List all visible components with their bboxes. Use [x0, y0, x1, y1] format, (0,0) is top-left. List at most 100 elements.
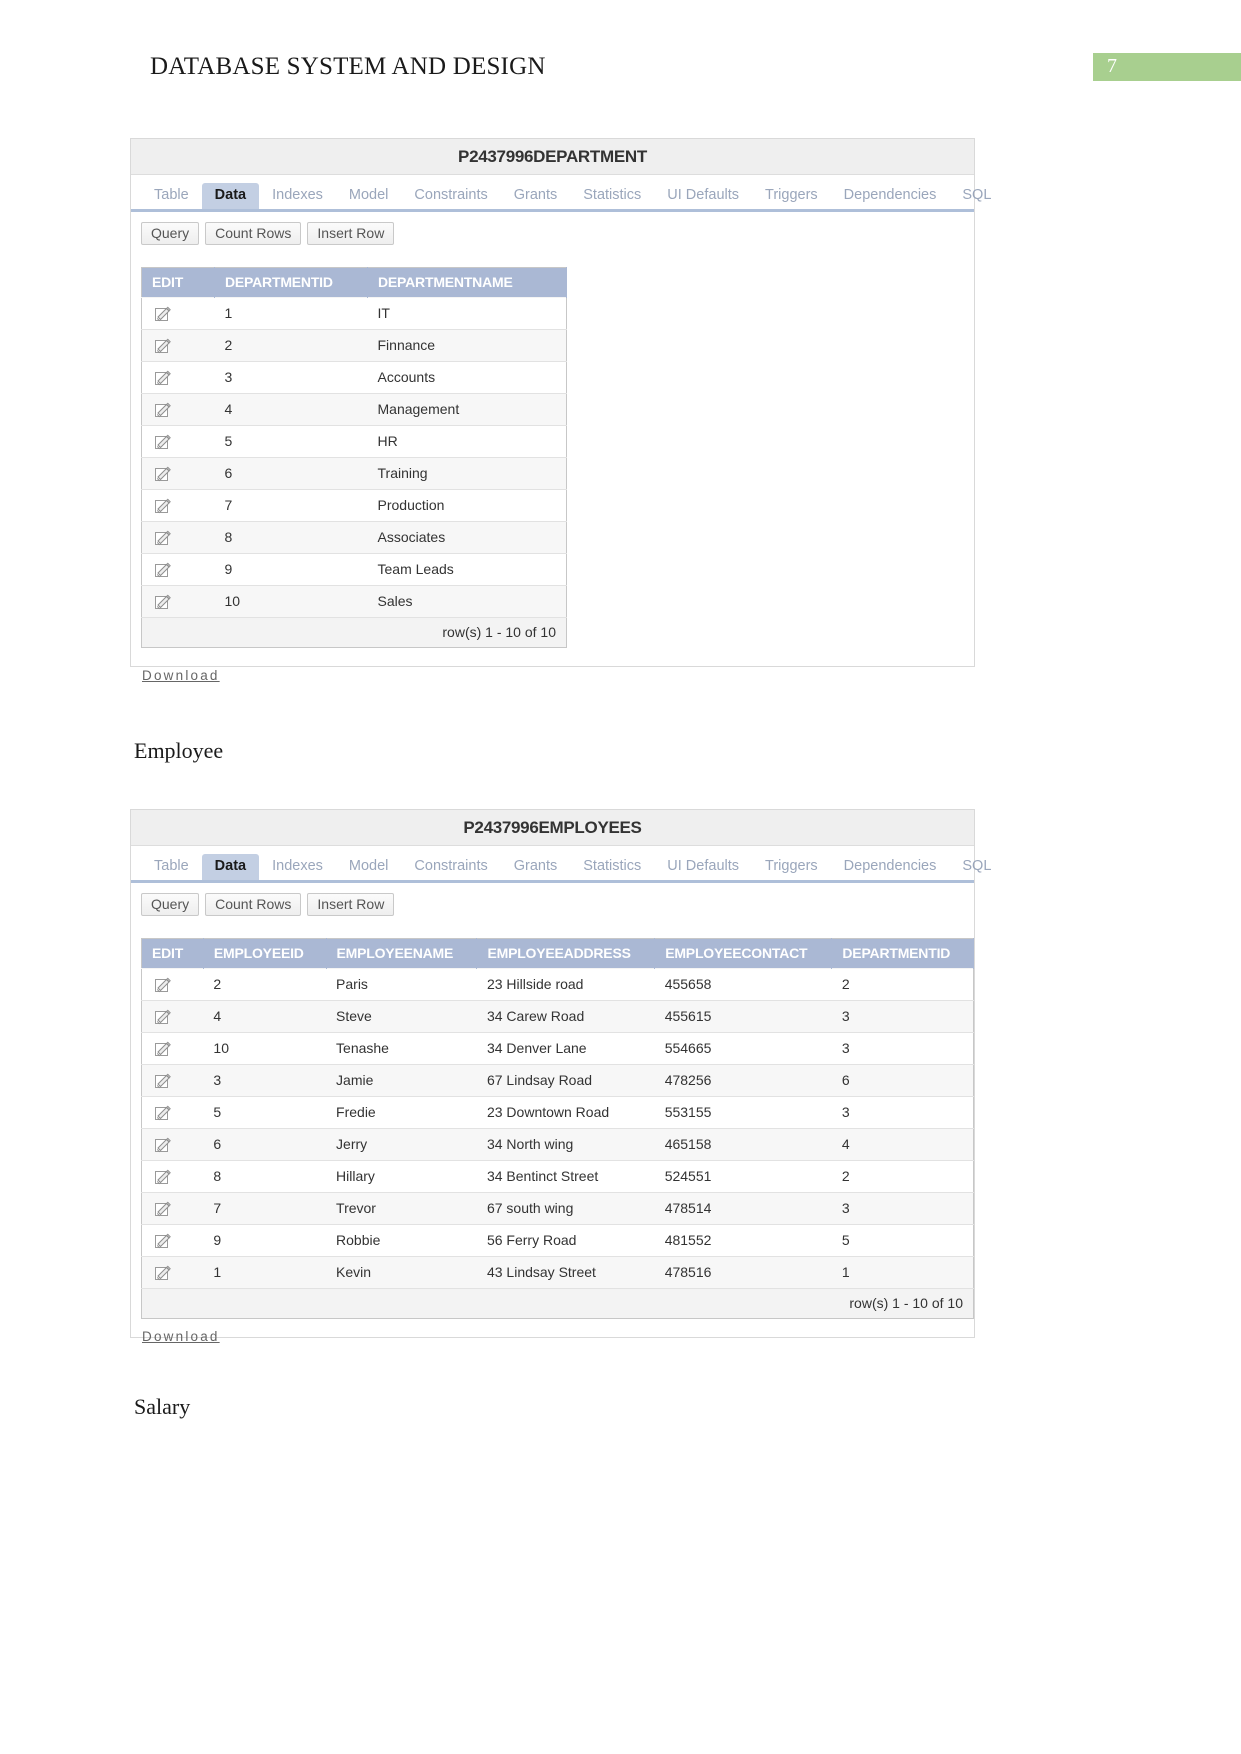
cell-departmentid: 2: [831, 1160, 974, 1193]
edit-pencil-icon[interactable]: [154, 369, 172, 387]
edit-cell[interactable]: [141, 1256, 204, 1289]
count-rows-button-employees[interactable]: Count Rows: [205, 893, 302, 916]
tab-table-department[interactable]: Table: [141, 183, 202, 209]
edit-cell[interactable]: [141, 1064, 204, 1097]
cell-employeename: Steve: [326, 1000, 477, 1033]
edit-cell[interactable]: [141, 457, 215, 490]
edit-pencil-icon[interactable]: [154, 337, 172, 355]
edit-cell[interactable]: [141, 361, 215, 394]
tab-data-employees[interactable]: Data: [201, 854, 260, 880]
tab-indexes-employees[interactable]: Indexes: [259, 854, 336, 880]
edit-pencil-icon[interactable]: [154, 529, 172, 547]
edit-cell[interactable]: [141, 1032, 204, 1065]
department-table-head: EDIT DEPARTMENTID DEPARTMENTNAME: [141, 267, 567, 298]
department-row-count: row(s) 1 - 10 of 10: [141, 617, 567, 648]
insert-row-button-employees[interactable]: Insert Row: [307, 893, 395, 916]
tab-sql-employees[interactable]: SQL: [949, 854, 1004, 880]
edit-pencil-icon[interactable]: [154, 497, 172, 515]
tab-sql-department[interactable]: SQL: [949, 183, 1004, 209]
cell-departmentid: 3: [214, 361, 368, 394]
edit-cell[interactable]: [141, 393, 215, 426]
edit-cell[interactable]: [141, 489, 215, 522]
edit-pencil-icon[interactable]: [154, 1232, 172, 1250]
query-button-department[interactable]: Query: [141, 222, 200, 245]
cell-departmentname: HR: [367, 425, 567, 458]
edit-pencil-icon[interactable]: [154, 561, 172, 579]
tab-model-department[interactable]: Model: [336, 183, 402, 209]
edit-cell[interactable]: [141, 329, 215, 362]
edit-cell[interactable]: [141, 425, 215, 458]
column-header-edit[interactable]: EDIT: [141, 938, 204, 969]
column-header-employeeaddress[interactable]: EMPLOYEEADDRESS: [476, 938, 656, 969]
edit-cell[interactable]: [141, 1096, 204, 1129]
employees-download-link[interactable]: Download: [142, 1329, 220, 1344]
edit-pencil-icon[interactable]: [154, 433, 172, 451]
edit-cell[interactable]: [141, 1160, 204, 1193]
edit-pencil-icon[interactable]: [154, 1168, 172, 1186]
cell-employeeid: 4: [203, 1000, 327, 1033]
tab-dependencies-employees[interactable]: Dependencies: [831, 854, 950, 880]
edit-pencil-icon[interactable]: [154, 1040, 172, 1058]
tab-data-department[interactable]: Data: [201, 183, 260, 209]
tab-table-employees[interactable]: Table: [141, 854, 202, 880]
cell-departmentname: Finnance: [367, 329, 567, 362]
column-header-employeename[interactable]: EMPLOYEENAME: [326, 938, 478, 969]
edit-pencil-icon[interactable]: [154, 401, 172, 419]
edit-cell[interactable]: [141, 1192, 204, 1225]
edit-pencil-icon[interactable]: [154, 465, 172, 483]
tab-constraints-employees[interactable]: Constraints: [401, 854, 500, 880]
cell-employeename: Paris: [326, 968, 477, 1001]
employees-tab-bar: Table Data Indexes Model Constraints Grants St…: [131, 846, 991, 883]
edit-cell[interactable]: [141, 1224, 204, 1257]
edit-cell[interactable]: [141, 968, 204, 1001]
tab-triggers-employees[interactable]: Triggers: [752, 854, 831, 880]
edit-pencil-icon[interactable]: [154, 1008, 172, 1026]
edit-pencil-icon[interactable]: [154, 1104, 172, 1122]
edit-cell[interactable]: [141, 1000, 204, 1033]
edit-pencil-icon[interactable]: [154, 1264, 172, 1282]
edit-cell[interactable]: [141, 1128, 204, 1161]
tab-dependencies-department[interactable]: Dependencies: [831, 183, 950, 209]
cell-employeeid: 9: [203, 1224, 327, 1257]
cell-employeename: Fredie: [326, 1096, 477, 1129]
tab-triggers-department[interactable]: Triggers: [752, 183, 831, 209]
count-rows-button-department[interactable]: Count Rows: [205, 222, 302, 245]
cell-departmentid: 3: [831, 1000, 974, 1033]
edit-cell[interactable]: [141, 521, 215, 554]
query-button-employees[interactable]: Query: [141, 893, 200, 916]
edit-pencil-icon[interactable]: [154, 1136, 172, 1154]
edit-pencil-icon[interactable]: [154, 976, 172, 994]
tab-model-employees[interactable]: Model: [336, 854, 402, 880]
edit-cell[interactable]: [141, 297, 215, 330]
column-header-departmentid[interactable]: DEPARTMENTID: [214, 267, 368, 298]
edit-cell[interactable]: [141, 585, 215, 618]
edit-pencil-icon[interactable]: [154, 1200, 172, 1218]
cell-employeeaddress: 43 Lindsay Street: [476, 1256, 655, 1289]
cell-employeeaddress: 34 Carew Road: [476, 1000, 655, 1033]
edit-cell[interactable]: [141, 553, 215, 586]
cell-departmentid: 9: [214, 553, 368, 586]
column-header-employeeid[interactable]: EMPLOYEEID: [203, 938, 327, 969]
tab-statistics-employees[interactable]: Statistics: [570, 854, 654, 880]
edit-pencil-icon[interactable]: [154, 1072, 172, 1090]
cell-employeeid: 8: [203, 1160, 327, 1193]
cell-employeeaddress: 34 North wing: [476, 1128, 655, 1161]
column-header-departmentname[interactable]: DEPARTMENTNAME: [367, 267, 567, 298]
tab-ui-defaults-department[interactable]: UI Defaults: [654, 183, 752, 209]
column-header-employeecontact[interactable]: EMPLOYEECONTACT: [654, 938, 833, 969]
column-header-edit[interactable]: EDIT: [141, 267, 215, 298]
department-download-link[interactable]: Download: [142, 668, 220, 683]
tab-ui-defaults-employees[interactable]: UI Defaults: [654, 854, 752, 880]
tab-grants-employees[interactable]: Grants: [501, 854, 571, 880]
cell-departmentid: 1: [214, 297, 368, 330]
tab-indexes-department[interactable]: Indexes: [259, 183, 336, 209]
cell-departmentname: IT: [367, 297, 567, 330]
tab-constraints-department[interactable]: Constraints: [401, 183, 500, 209]
column-header-departmentid[interactable]: DEPARTMENTID: [831, 938, 974, 969]
edit-pencil-icon[interactable]: [154, 305, 172, 323]
tab-grants-department[interactable]: Grants: [501, 183, 571, 209]
cell-departmentid: 1: [831, 1256, 974, 1289]
tab-statistics-department[interactable]: Statistics: [570, 183, 654, 209]
edit-pencil-icon[interactable]: [154, 593, 172, 611]
insert-row-button-department[interactable]: Insert Row: [307, 222, 395, 245]
